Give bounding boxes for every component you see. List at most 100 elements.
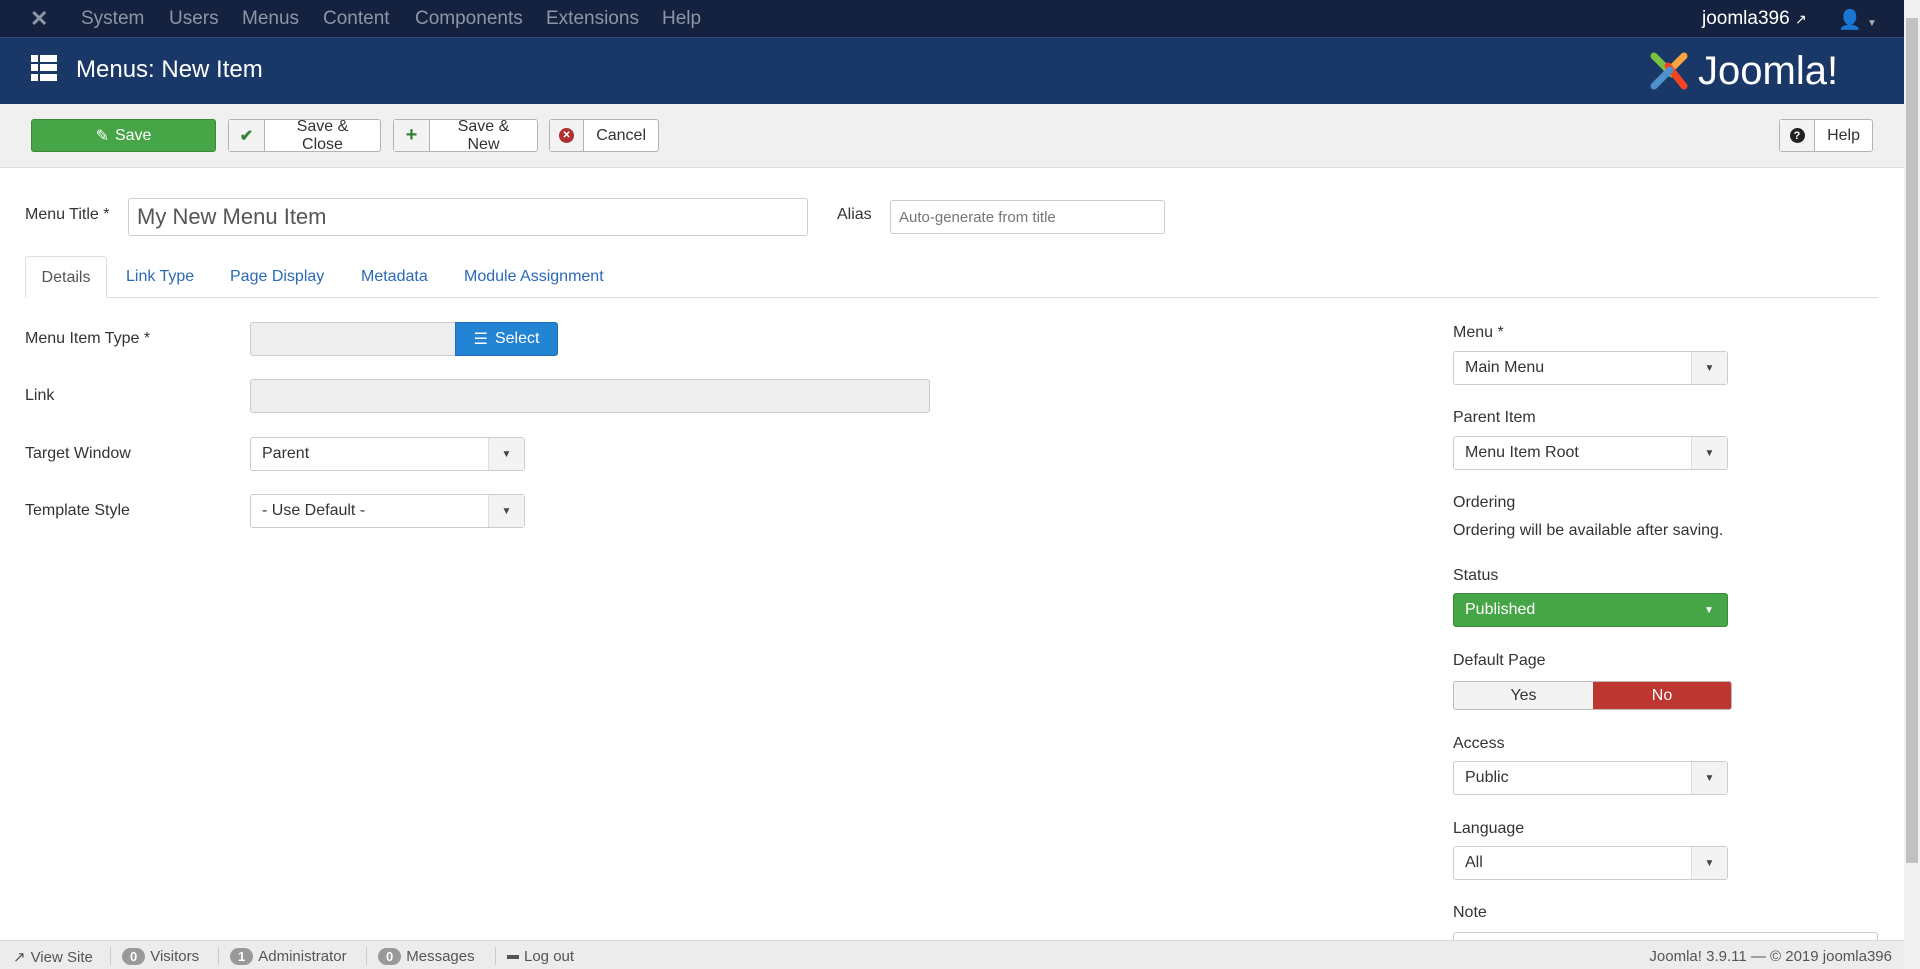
menu-system[interactable]: System	[81, 8, 144, 30]
divider	[366, 947, 367, 965]
joomla-logo-icon	[1650, 52, 1688, 90]
minus-icon	[507, 954, 519, 959]
language-label: Language	[1453, 820, 1525, 837]
note-label: Note	[1453, 904, 1487, 921]
save-button[interactable]: ✎ Save	[31, 119, 216, 152]
site-link[interactable]: joomla396 ↗	[1702, 8, 1807, 30]
menu-item-type-label: Menu Item Type *	[25, 330, 151, 347]
template-style-label: Template Style	[25, 502, 130, 519]
menu-extensions[interactable]: Extensions	[546, 8, 639, 30]
tab-details[interactable]: Details	[25, 256, 107, 298]
target-window-select[interactable]: Parent ▼	[250, 437, 525, 471]
link-field	[250, 379, 930, 413]
parent-item-value: Menu Item Root	[1465, 444, 1579, 461]
joomla-logo-text: Joomla!	[1698, 48, 1839, 93]
menu-components[interactable]: Components	[415, 8, 523, 30]
ordering-label: Ordering	[1453, 494, 1516, 511]
joomla-logo: Joomla!	[1646, 48, 1838, 94]
ordering-text: Ordering will be available after saving.	[1453, 522, 1724, 539]
target-window-label: Target Window	[25, 445, 131, 462]
messages-badge: 0	[378, 948, 402, 965]
messages-label: Messages	[406, 948, 475, 965]
default-page-toggle: Yes No	[1453, 681, 1732, 710]
menu-help[interactable]: Help	[662, 8, 701, 30]
default-page-yes[interactable]: Yes	[1454, 682, 1593, 709]
user-menu[interactable]: 👤 ▼	[1838, 8, 1877, 32]
administrator-link[interactable]: 1 Administrator	[230, 948, 347, 965]
caret-down-icon: ▼	[1691, 352, 1727, 384]
divider	[110, 947, 111, 965]
status-select[interactable]: Published ▼	[1453, 593, 1728, 627]
cancel-icon: ✕	[550, 120, 585, 151]
visitors-badge: 0	[122, 948, 146, 965]
status-label: Status	[1453, 567, 1499, 584]
caret-down-icon: ▼	[1691, 437, 1727, 469]
visitors-label: Visitors	[150, 948, 200, 965]
save-label: Save	[114, 126, 152, 144]
logout-label: Log out	[524, 948, 575, 965]
tab-link-type[interactable]: Link Type	[126, 256, 194, 298]
language-value: All	[1465, 854, 1483, 871]
check-icon: ✔	[229, 120, 265, 151]
help-button[interactable]: ? Help	[1779, 119, 1873, 152]
access-select[interactable]: Public ▼	[1453, 761, 1728, 795]
menu-item-type-field	[250, 322, 456, 356]
language-select[interactable]: All ▼	[1453, 846, 1728, 880]
user-icon: 👤	[1838, 10, 1862, 31]
select-label: Select	[494, 330, 540, 347]
list-icon: ☰	[473, 331, 488, 348]
logout-link[interactable]: Log out	[507, 948, 574, 965]
caret-down-icon: ▼	[1866, 18, 1877, 29]
help-icon: ?	[1780, 120, 1816, 151]
page-title: Menus: New Item	[76, 56, 263, 83]
scrollbar-thumb[interactable]	[1906, 18, 1918, 863]
default-page-no[interactable]: No	[1593, 682, 1731, 709]
admin-badge: 1	[230, 948, 254, 965]
messages-link[interactable]: 0 Messages	[378, 948, 475, 965]
parent-item-label: Parent Item	[1453, 409, 1536, 426]
default-page-label: Default Page	[1453, 652, 1546, 669]
menu-content[interactable]: Content	[323, 8, 390, 30]
joomla-icon[interactable]: ✕	[30, 6, 48, 32]
top-navbar: ✕ System Users Menus Content Components …	[0, 0, 1904, 38]
access-label: Access	[1453, 735, 1505, 752]
save-new-label: Save & New	[457, 117, 510, 153]
tab-page-display[interactable]: Page Display	[230, 256, 324, 298]
parent-item-select[interactable]: Menu Item Root ▼	[1453, 436, 1728, 470]
plus-icon: +	[394, 120, 430, 151]
save-close-label: Save & Close	[296, 117, 349, 153]
tab-metadata[interactable]: Metadata	[361, 256, 428, 298]
save-new-button[interactable]: + Save & New	[393, 117, 538, 153]
status-footer: ↗ View Site 0 Visitors 1 Administrator 0 Mes…	[0, 940, 1904, 969]
menu-select[interactable]: Main Menu ▼	[1453, 351, 1728, 385]
menu-label: Menu *	[1453, 324, 1504, 341]
menu-title-label: Menu Title *	[25, 206, 110, 223]
tab-module-assignment[interactable]: Module Assignment	[464, 256, 604, 298]
page-header: Menus: New Item Joomla!	[0, 38, 1904, 104]
menu-users[interactable]: Users	[169, 8, 219, 30]
external-link-icon: ↗	[13, 949, 26, 966]
view-site-label: View Site	[30, 948, 93, 966]
save-close-button[interactable]: ✔ Save & Close	[228, 117, 381, 153]
menu-menus[interactable]: Menus	[242, 8, 299, 30]
template-style-select[interactable]: - Use Default - ▼	[250, 494, 525, 528]
menu-value: Main Menu	[1465, 359, 1545, 376]
divider	[495, 947, 496, 965]
caret-down-icon: ▼	[1691, 847, 1727, 879]
cancel-button[interactable]: ✕ Cancel	[549, 119, 659, 152]
menu-title-input[interactable]	[128, 198, 808, 236]
caret-down-icon: ▼	[488, 438, 524, 470]
menu-list-icon	[31, 55, 57, 81]
visitors-link[interactable]: 0 Visitors	[122, 948, 199, 965]
select-menu-item-type-button[interactable]: ☰ Select	[455, 322, 558, 356]
caret-down-icon: ▼	[488, 495, 524, 527]
divider	[218, 947, 219, 965]
admin-label: Administrator	[258, 948, 347, 965]
alias-input[interactable]	[890, 200, 1165, 234]
scrollbar[interactable]	[1904, 0, 1920, 969]
version-text: Joomla! 3.9.11 — © 2019 joomla396	[1649, 948, 1892, 965]
view-site-link[interactable]: ↗ View Site	[13, 948, 93, 967]
external-link-icon: ↗	[1794, 11, 1807, 27]
site-link-label: joomla396	[1702, 8, 1790, 29]
edit-icon: ✎	[95, 127, 109, 145]
